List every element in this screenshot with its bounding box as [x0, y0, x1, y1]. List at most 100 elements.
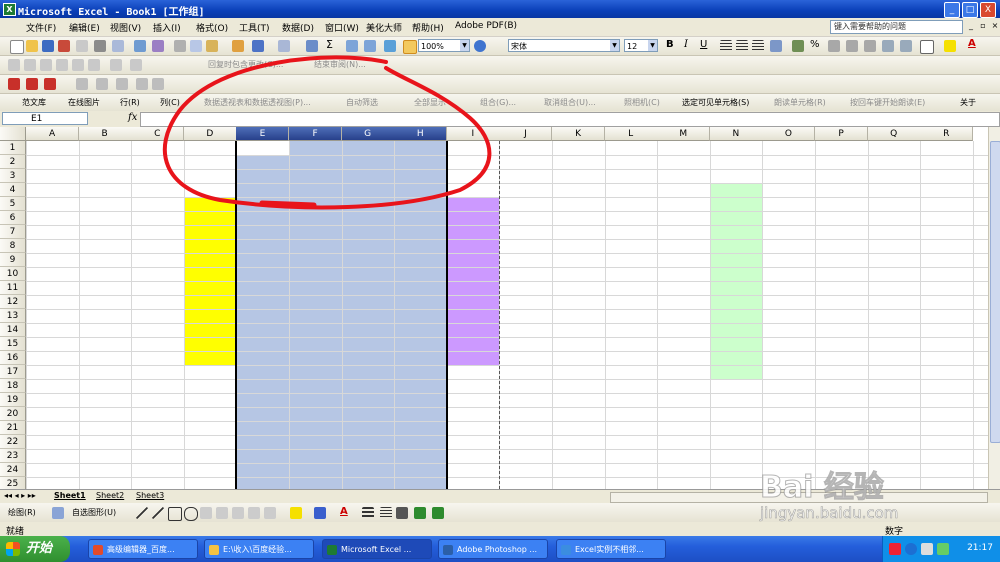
fill-color-icon[interactable] — [290, 507, 302, 519]
vertical-scrollbar[interactable] — [988, 127, 1000, 489]
task-photoshop[interactable]: Adobe Photoshop ... — [438, 539, 548, 559]
pivot-table-button[interactable]: 数据透视表和数据透视图(P)... — [204, 97, 311, 108]
task-excel[interactable]: Microsoft Excel ... — [322, 539, 432, 559]
shadow-icon[interactable] — [414, 507, 426, 519]
open-icon[interactable] — [26, 40, 38, 52]
align-right-icon[interactable] — [752, 40, 764, 52]
diagram-icon[interactable] — [232, 507, 244, 519]
task-browser[interactable]: 高级编辑器_百度... — [88, 539, 198, 559]
zoom-select[interactable]: 100% ▼ — [418, 39, 470, 52]
name-box[interactable]: E1 — [2, 112, 88, 125]
column-header-c[interactable]: C — [131, 127, 185, 141]
decrease-decimal-icon[interactable] — [864, 40, 876, 52]
picture-icon[interactable] — [264, 507, 276, 519]
borders-icon[interactable] — [920, 40, 934, 54]
row-header-11[interactable]: 11 — [0, 281, 26, 295]
column-header-k[interactable]: K — [552, 127, 606, 141]
column-header-q[interactable]: Q — [867, 127, 921, 141]
column-header-m[interactable]: M — [657, 127, 711, 141]
sort-descending-icon[interactable] — [364, 40, 376, 52]
row-header-5[interactable]: 5 — [0, 197, 26, 211]
column-header-j[interactable]: J — [499, 127, 553, 141]
template-library-button[interactable]: 范文库 — [22, 97, 46, 108]
menu-edit[interactable]: 编辑(E) — [69, 21, 100, 34]
font-select[interactable]: 宋体 ▼ — [508, 39, 620, 52]
tab-scroll-arrows-icon[interactable]: ◂◂ ◂ ▸ ▸▸ — [4, 491, 36, 500]
menu-format[interactable]: 格式(O) — [196, 21, 228, 34]
print-icon[interactable] — [94, 40, 106, 52]
autofilter-button[interactable]: 自动筛选 — [346, 97, 378, 108]
row-header-1[interactable]: 1 — [0, 141, 26, 155]
select-all-corner[interactable] — [0, 127, 26, 141]
increase-decimal-icon[interactable] — [846, 40, 858, 52]
tab-sheet1[interactable]: Sheet1 — [54, 491, 86, 500]
align-center-icon[interactable] — [736, 40, 748, 52]
spelling-icon[interactable] — [134, 40, 146, 52]
column-header-h[interactable]: H — [394, 127, 448, 141]
new-comment-icon[interactable] — [8, 59, 20, 71]
menu-file[interactable]: 文件(F) — [26, 21, 56, 34]
row-header-25[interactable]: 25 — [0, 477, 26, 489]
control-icon-3[interactable] — [116, 78, 128, 90]
doc-close-icon[interactable]: × — [990, 21, 1000, 31]
close-button[interactable]: X — [980, 2, 996, 18]
minimize-button[interactable]: _ — [944, 2, 960, 18]
end-review-button[interactable]: 结束审阅(N)... — [314, 59, 366, 70]
speak-on-enter-button[interactable]: 按回车键开始朗读(E) — [850, 97, 925, 108]
pdf-review-icon[interactable] — [44, 78, 56, 90]
menu-adobe-pdf[interactable]: Adobe PDF(B) — [455, 21, 517, 31]
reply-with-changes-button[interactable]: 回复时包含更改(C)... — [208, 59, 283, 70]
row-header-22[interactable]: 22 — [0, 435, 26, 449]
fill-color-icon[interactable] — [944, 40, 956, 52]
show-comment-icon[interactable] — [56, 59, 68, 71]
indent-icon[interactable] — [882, 40, 894, 52]
draw-font-color-icon[interactable]: A — [340, 506, 348, 517]
email-icon[interactable] — [76, 40, 88, 52]
tab-sheet2[interactable]: Sheet2 — [96, 491, 124, 500]
about-button[interactable]: 关于 — [960, 97, 976, 108]
show-all-comments-icon[interactable] — [72, 59, 84, 71]
arrow-style-icon[interactable] — [396, 507, 408, 519]
save-icon[interactable] — [42, 40, 54, 52]
column-header-d[interactable]: D — [183, 127, 237, 141]
comma-style-icon[interactable] — [828, 40, 840, 52]
column-header-a[interactable]: A — [26, 127, 80, 141]
bold-button[interactable]: B — [666, 39, 674, 50]
merge-center-icon[interactable] — [770, 40, 782, 52]
research-icon[interactable] — [152, 40, 164, 52]
menu-help[interactable]: 帮助(H) — [412, 21, 444, 34]
track-changes-icon[interactable] — [110, 59, 122, 71]
column-header-n[interactable]: N — [709, 127, 763, 141]
column-header-e[interactable]: E — [236, 127, 290, 141]
column-header-g[interactable]: G — [341, 127, 395, 141]
paste-icon[interactable] — [206, 40, 218, 52]
worksheet-grid[interactable]: A B C D E F G H I J K L M N O P Q R 1 2 3 4 5 6 7 8 9 10 11 12 13 14 15 1… — [0, 127, 988, 489]
network-icon[interactable] — [937, 543, 949, 555]
autoshapes-button[interactable]: 自选图形(U) — [72, 507, 116, 518]
send-mail-icon[interactable] — [130, 59, 142, 71]
active-cell[interactable] — [236, 141, 289, 155]
chart-wizard-icon[interactable] — [384, 40, 396, 52]
control-icon-5[interactable] — [152, 78, 164, 90]
font-color-icon[interactable]: A — [968, 38, 976, 49]
doc-restore-icon[interactable]: ▫ — [978, 21, 988, 31]
formula-input[interactable] — [140, 112, 1000, 127]
help-icon[interactable] — [474, 40, 486, 52]
line-color-icon[interactable] — [314, 507, 326, 519]
row-header-10[interactable]: 10 — [0, 267, 26, 281]
new-icon[interactable] — [10, 40, 24, 54]
row-button[interactable]: 行(R) — [120, 97, 140, 108]
tray-icon-2[interactable] — [905, 543, 917, 555]
next-comment-icon[interactable] — [40, 59, 52, 71]
select-objects-icon[interactable] — [52, 507, 64, 519]
column-button[interactable]: 列(C) — [160, 97, 180, 108]
ungroup-button[interactable]: 取消组合(U)... — [544, 97, 596, 108]
start-button[interactable]: 开始 — [0, 536, 70, 562]
row-header-2[interactable]: 2 — [0, 155, 26, 169]
row-header-4[interactable]: 4 — [0, 183, 26, 197]
online-pictures-button[interactable]: 在线图片 — [68, 97, 100, 108]
row-header-13[interactable]: 13 — [0, 309, 26, 323]
row-header-14[interactable]: 14 — [0, 323, 26, 337]
row-header-15[interactable]: 15 — [0, 337, 26, 351]
row-header-7[interactable]: 7 — [0, 225, 26, 239]
